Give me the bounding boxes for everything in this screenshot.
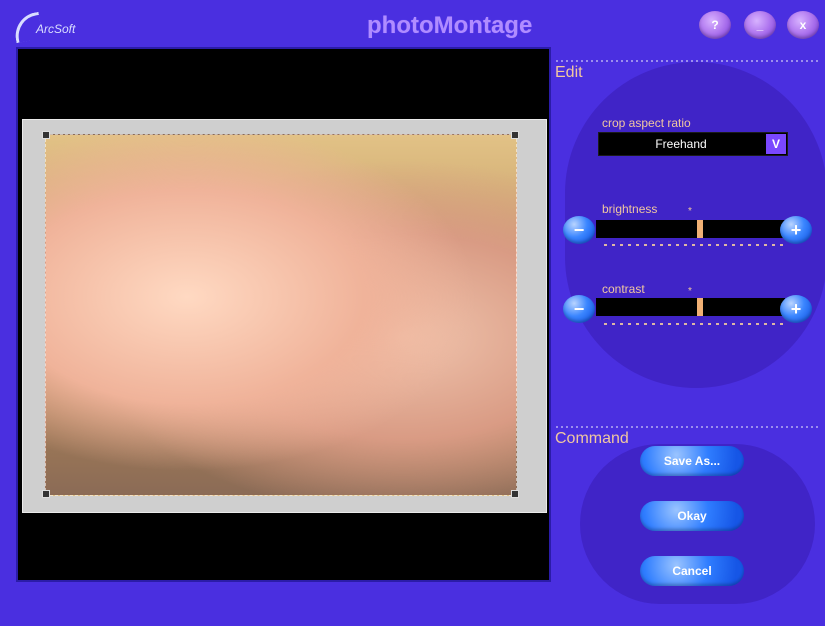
contrast-indicator-icon: *: [688, 286, 692, 297]
chevron-down-icon[interactable]: V: [766, 134, 786, 154]
contrast-plus-button[interactable]: +: [780, 295, 812, 323]
help-button[interactable]: ?: [699, 11, 731, 39]
contrast-slider[interactable]: [596, 298, 785, 316]
brightness-scale: [604, 244, 786, 246]
brightness-indicator-icon: *: [688, 206, 692, 217]
crop-aspect-ratio-label: crop aspect ratio: [602, 116, 691, 130]
brightness-plus-button[interactable]: +: [780, 216, 812, 244]
edit-section-title: Edit: [555, 64, 583, 81]
contrast-thumb[interactable]: [697, 298, 703, 316]
crop-aspect-ratio-select[interactable]: Freehand V: [598, 132, 788, 156]
photo-crop-area[interactable]: [45, 134, 517, 496]
save-as-button[interactable]: Save As...: [640, 446, 744, 476]
crop-handle-bottom-left[interactable]: [42, 490, 50, 498]
crop-handle-top-right[interactable]: [511, 131, 519, 139]
minimize-icon: _: [756, 18, 764, 32]
contrast-minus-button[interactable]: −: [563, 295, 595, 323]
brightness-label: brightness: [602, 202, 658, 216]
close-icon: x: [799, 18, 807, 32]
crop-aspect-ratio-value: Freehand: [655, 137, 707, 151]
minus-icon: −: [573, 299, 585, 319]
brightness-minus-button[interactable]: −: [563, 216, 595, 244]
minimize-button[interactable]: _: [744, 11, 776, 39]
brightness-thumb[interactable]: [697, 220, 703, 238]
plus-icon: +: [790, 220, 802, 240]
command-divider: [556, 426, 818, 428]
minus-icon: −: [573, 220, 585, 240]
command-section-title: Command: [555, 430, 629, 447]
contrast-label: contrast: [602, 282, 645, 296]
app-title: photoMontage: [367, 12, 533, 39]
plus-icon: +: [790, 299, 802, 319]
brand-text: ArcSoft: [36, 22, 76, 36]
close-button[interactable]: x: [787, 11, 819, 39]
brightness-slider[interactable]: [596, 220, 785, 238]
crop-handle-bottom-right[interactable]: [511, 490, 519, 498]
brand-logo: ArcSoft: [11, 11, 100, 44]
crop-handle-top-left[interactable]: [42, 131, 50, 139]
app-window: ArcSoft photoMontage ? _ x Edit crop asp…: [0, 0, 825, 626]
cancel-button[interactable]: Cancel: [640, 556, 744, 586]
title-bar: ArcSoft photoMontage ? _ x: [0, 0, 825, 46]
image-viewer: [18, 49, 549, 580]
okay-button[interactable]: Okay: [640, 501, 744, 531]
question-icon: ?: [711, 18, 719, 32]
contrast-scale: [604, 323, 786, 325]
